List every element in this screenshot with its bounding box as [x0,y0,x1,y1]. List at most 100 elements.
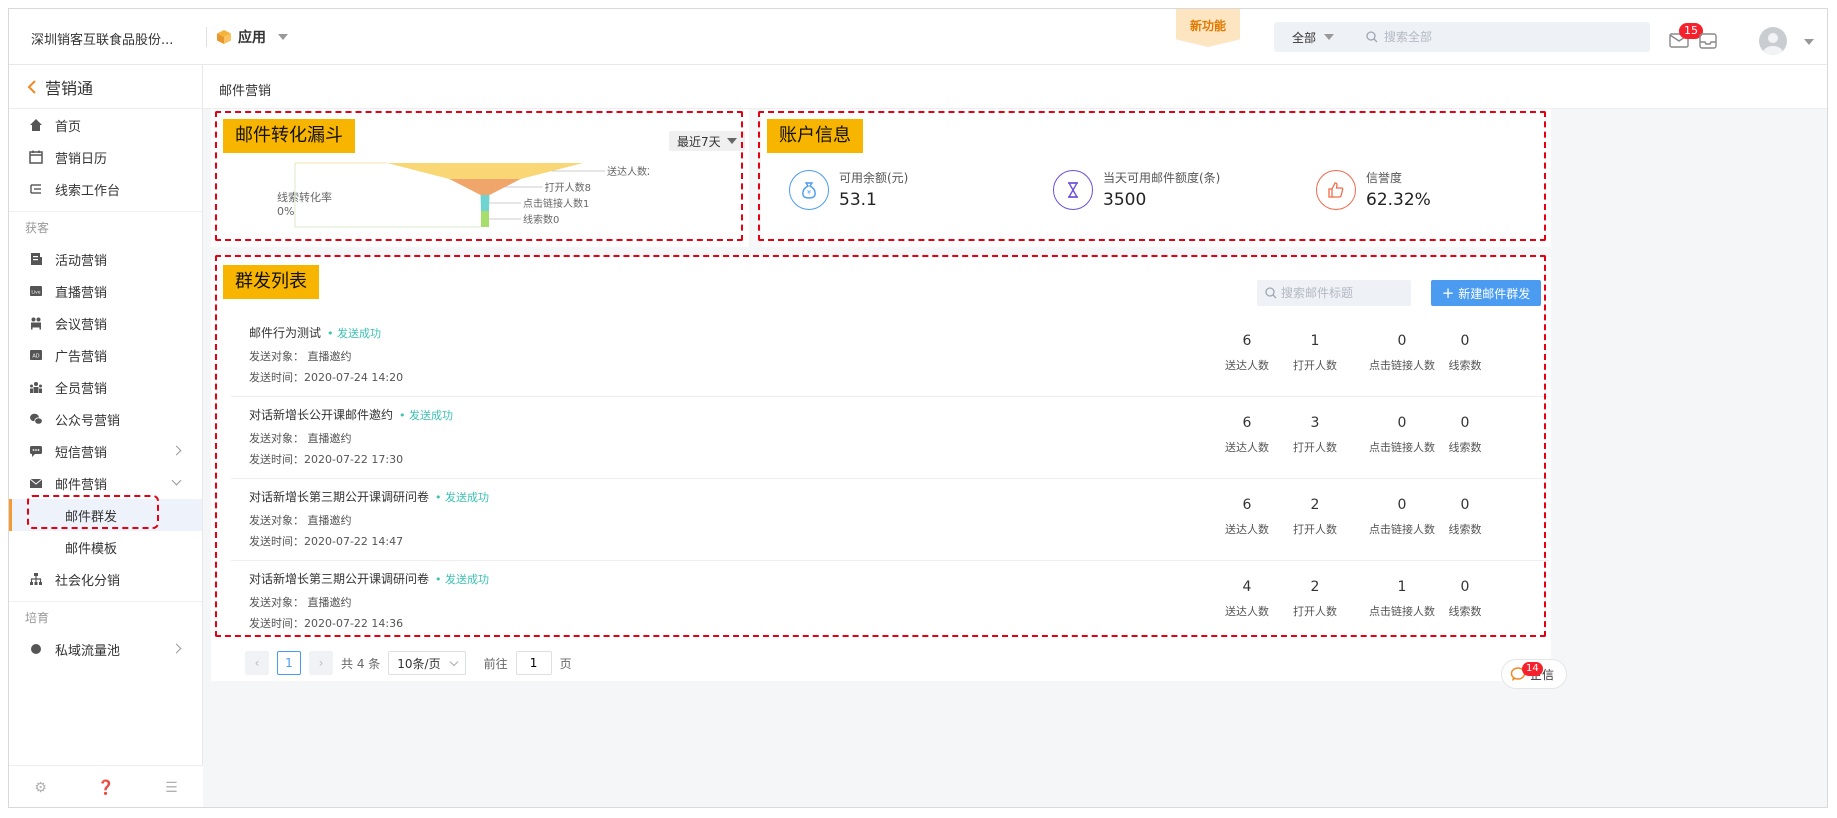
broadcast-title[interactable]: 对话新增长第三期公开课调研问卷 [249,572,429,586]
new-feature-badge[interactable]: 新功能 [1176,9,1240,47]
help-icon[interactable]: ❓ [97,780,114,796]
list-search-input[interactable] [1281,286,1401,300]
sidebar-item-social-distribution[interactable]: 社会化分销 [9,563,202,595]
stat-value: 1 [1310,333,1320,349]
goto-suffix: 页 [559,656,572,671]
send-target: 发送对象： 直播邀约 [249,350,352,363]
svg-text:AD: AD [32,354,39,360]
balance-label: 可用余额(元) [839,171,909,185]
broadcast-title[interactable]: 对话新增长第三期公开课调研问卷 [249,490,429,504]
total-count: 共 4 条 [341,656,381,671]
list-tag: 群发列表 [223,265,319,299]
app-switcher[interactable]: 应用 [216,26,288,48]
chevron-down-icon [171,475,182,486]
sidebar-item-email-broadcast[interactable]: 邮件群发 [9,499,202,531]
sidebar-item-email[interactable]: 邮件营销 [9,467,202,499]
sidebar-item-all-staff[interactable]: 全员营销 [9,371,202,403]
leads-stat: 0 线索数 [1425,333,1505,373]
company-name[interactable]: 深圳销客互联食品股份... [31,29,173,48]
funnel-tag: 邮件转化漏斗 [223,119,355,153]
calendar-icon [29,150,43,164]
sidebar-item-label: 社会化分销 [55,573,121,589]
sidebar-title: 营销通 [45,78,94,98]
broadcast-title[interactable]: 对话新增长公开课邮件邀约 [249,408,393,422]
sidebar-item-ad[interactable]: AD 广告营销 [9,339,202,371]
section-header: 获客 [9,211,202,243]
date-range-label: 最近7天 [677,134,721,149]
page-number-button[interactable]: 1 [277,651,301,675]
send-target: 发送对象： 直播邀约 [249,596,352,609]
stat-value: 0 [1460,333,1470,349]
chevron-left-icon [27,79,36,94]
sidebar-item-label: 全员营销 [55,381,108,397]
home-icon [30,119,42,131]
user-icon [1763,33,1783,55]
goto-page-input[interactable] [515,651,552,675]
stat-label: 线索数 [1448,605,1482,618]
search-input[interactable] [1384,30,1635,44]
sidebar-item-live[interactable]: Live 直播营销 [9,275,202,307]
stat-label: 线索数 [1448,441,1482,454]
sidebar-item-email-template[interactable]: 邮件模板 [9,531,202,563]
stat-value: 0 [1460,497,1470,513]
sidebar-header[interactable]: 营销通 [9,65,202,109]
workbench-icon [30,184,41,194]
chevron-down-icon [726,138,737,144]
sidebar-item-meeting[interactable]: 会议营销 [9,307,202,339]
send-target: 发送对象： 直播邀约 [249,514,352,527]
sidebar-item-activity[interactable]: 活动营销 [9,243,202,275]
list-item[interactable]: 邮件行为测试 • 发送成功 发送对象： 直播邀约 发送时间：2020-07-24 … [231,315,1549,397]
search-scope-select[interactable]: 全部 [1274,29,1348,46]
sidebar-item-sms[interactable]: 短信营销 [9,435,202,467]
funnel-segment [480,195,490,211]
meeting-icon [31,317,41,330]
sidebar-item-label: 私域流量池 [55,643,121,659]
status-badge: • 发送成功 [399,409,454,422]
new-broadcast-button[interactable]: + 新建邮件群发 [1431,280,1541,306]
collapse-menu-icon[interactable]: ☰ [165,780,178,796]
chevron-down-icon [1324,34,1335,40]
next-page-button[interactable]: › [309,651,333,675]
date-range-select[interactable]: 最近7天 [669,131,745,151]
sidebar-item-home[interactable]: 首页 [9,109,202,141]
broadcast-title[interactable]: 邮件行为测试 [249,326,321,340]
status-badge: • 发送成功 [435,491,490,504]
list-item[interactable]: 对话新增长公开课邮件邀约 • 发送成功 发送对象： 直播邀约 发送时间：2020-… [231,397,1549,479]
chevron-down-icon[interactable] [1804,39,1814,45]
sidebar-item-label: 直播营销 [55,285,108,301]
balance-value: 53.1 [839,190,877,210]
settings-icon[interactable]: ⚙ [34,780,47,796]
pagination: ‹ 1 › 共 4 条 10条/页 前往 页 [245,651,572,675]
divider [206,27,207,47]
sidebar-footer: ⚙ ❓ ☰ [9,765,203,807]
send-time: 发送时间：2020-07-24 14:20 [249,371,404,384]
stat-label: 打开人数 [1293,359,1337,372]
money-bag-icon: ¥ [789,169,829,210]
funnel-stage-label: 线索数0 [523,213,559,226]
send-time: 发送时间：2020-07-22 17:30 [249,453,404,466]
avatar[interactable] [1759,27,1787,55]
sidebar-item-private-traffic[interactable]: 私域流量池 [9,633,202,665]
list-item[interactable]: 对话新增长第三期公开课调研问卷 • 发送成功 发送对象： 直播邀约 发送时间：20… [231,479,1549,561]
funnel-segment [481,211,489,227]
sidebar-item-wechat[interactable]: 公众号营销 [9,403,202,435]
prev-page-button[interactable]: ‹ [245,651,269,675]
sidebar-item-label: 会议营销 [55,317,108,333]
email-quota-value: 3500 [1103,190,1147,210]
org-chart-icon [30,573,42,585]
top-bar: 深圳销客互联食品股份... 应用 新功能 全部 15 [9,9,1827,65]
opened-stat: 2 打开人数 [1275,579,1355,619]
sidebar-item-leads-workbench[interactable]: 线索工作台 [9,173,202,205]
page-size-select[interactable]: 10条/页 [388,651,466,675]
inbox-icon[interactable] [1699,33,1717,49]
email-quota-stat: 当天可用邮件额度(条) 3500 [1053,169,1220,210]
sidebar-item-label: 线索工作台 [55,183,121,199]
section-header: 培育 [9,601,202,633]
list-item[interactable]: 对话新增长第三期公开课调研问卷 • 发送成功 发送对象： 直播邀约 发送时间：20… [231,561,1549,643]
stat-label: 线索数 [1448,359,1482,372]
cube-icon [217,30,231,44]
opened-stat: 1 打开人数 [1275,333,1355,373]
chevron-right-icon [171,643,182,654]
ad-icon: AD [30,350,42,360]
sidebar-item-calendar[interactable]: 营销日历 [9,141,202,173]
